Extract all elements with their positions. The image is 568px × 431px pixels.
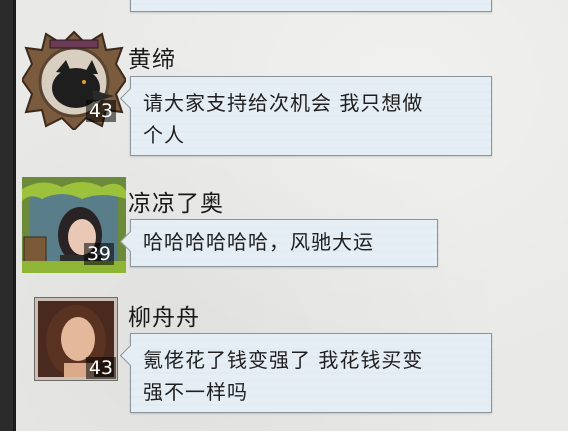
avatar[interactable]: 39 xyxy=(22,177,126,273)
message-line: 请大家支持给次机会 我只想做 xyxy=(143,91,424,115)
level-badge: 39 xyxy=(83,243,114,265)
avatar[interactable]: 43 xyxy=(20,30,128,132)
message-line: 哈哈哈哈哈哈，风驰大运 xyxy=(143,230,374,254)
message-bubble: 哈哈哈哈哈哈，风驰大运 xyxy=(119,219,438,267)
sender-name[interactable]: 凉凉了奥 xyxy=(128,184,224,218)
message-text: 请大家支持给次机会 我只想做 个人 xyxy=(143,87,481,151)
window-left-edge xyxy=(0,0,16,431)
message-bubble: 氪佬花了钱变强了 我花钱买变 强不一样吗 xyxy=(119,333,492,413)
sender-name[interactable]: 黄缔 xyxy=(128,40,176,74)
level-badge: 43 xyxy=(85,357,116,379)
message-text: 氪佬花了钱变强了 我花钱买变 强不一样吗 xyxy=(143,344,481,408)
previous-message-bubble xyxy=(130,0,492,12)
message-text: 哈哈哈哈哈哈，风驰大运 xyxy=(143,226,427,258)
message-bubble: 请大家支持给次机会 我只想做 个人 xyxy=(119,76,492,156)
message-line: 个人 xyxy=(143,123,185,147)
message-line: 氪佬花了钱变强了 我花钱买变 xyxy=(143,348,424,372)
sender-name[interactable]: 柳舟舟 xyxy=(128,298,200,332)
message-line: 强不一样吗 xyxy=(143,380,248,404)
level-badge: 43 xyxy=(85,100,116,122)
avatar[interactable]: 43 xyxy=(33,296,119,382)
